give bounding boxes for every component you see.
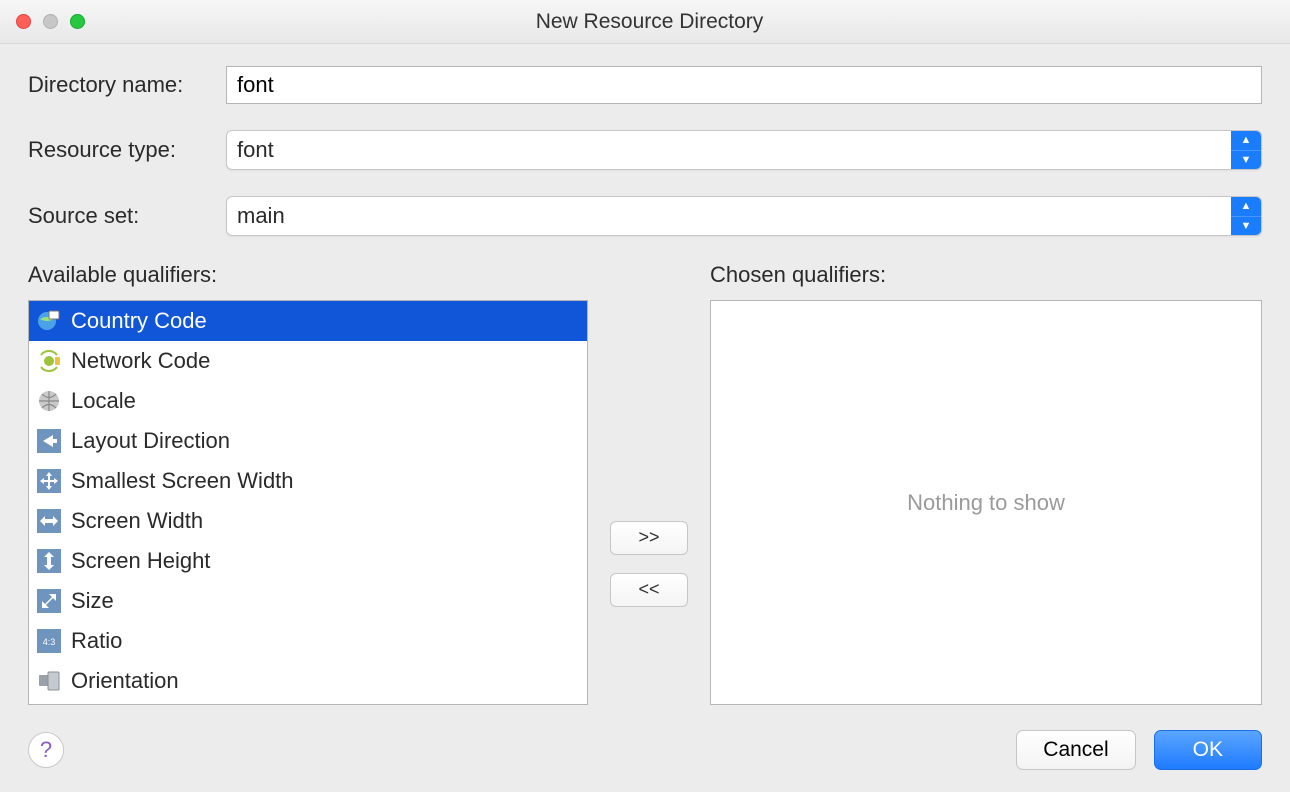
qualifier-item-label: Size: [71, 588, 114, 614]
qualifier-item[interactable]: Layout Direction: [29, 421, 587, 461]
qualifier-item[interactable]: Screen Height: [29, 541, 587, 581]
available-qualifiers-list[interactable]: Country Code Network Code Locale Layout Dir…: [28, 300, 588, 705]
minimize-window-icon[interactable]: [43, 14, 58, 29]
select-stepper-icon[interactable]: ▲▼: [1231, 131, 1261, 169]
qualifier-item-label: Locale: [71, 388, 136, 414]
qualifier-item-label: Country Code: [71, 308, 207, 334]
help-button[interactable]: ?: [28, 732, 64, 768]
arrows-h-icon: [37, 509, 61, 533]
qualifier-item-label: Orientation: [71, 668, 179, 694]
remove-qualifier-button[interactable]: <<: [610, 573, 688, 607]
cancel-button[interactable]: Cancel: [1016, 730, 1135, 770]
window-title: New Resource Directory: [85, 10, 1214, 34]
source-set-select[interactable]: main ▲▼: [226, 196, 1262, 236]
resource-type-value: font: [227, 131, 1231, 169]
title-bar: New Resource Directory: [0, 0, 1290, 44]
directory-name-label: Directory name:: [28, 72, 226, 98]
zoom-window-icon[interactable]: [70, 14, 85, 29]
select-stepper-icon[interactable]: ▲▼: [1231, 197, 1261, 235]
chosen-qualifiers-list[interactable]: Nothing to show: [710, 300, 1262, 705]
available-qualifiers-label: Available qualifiers:: [28, 262, 588, 288]
chosen-qualifiers-label: Chosen qualifiers:: [710, 262, 1262, 288]
arrows-v-icon: [37, 549, 61, 573]
globe-flag-icon: [37, 309, 61, 333]
arrow-diag-icon: [37, 589, 61, 613]
arrows-all-icon: [37, 469, 61, 493]
globe-icon: [37, 389, 61, 413]
source-set-label: Source set:: [28, 203, 226, 229]
ok-button[interactable]: OK: [1154, 730, 1262, 770]
chosen-empty-text: Nothing to show: [907, 490, 1065, 516]
qualifier-item-label: Network Code: [71, 348, 210, 374]
qualifier-item[interactable]: Orientation: [29, 661, 587, 701]
ratio-icon: 4:3: [37, 629, 61, 653]
help-icon: ?: [40, 737, 52, 763]
source-set-value: main: [227, 197, 1231, 235]
qualifier-item[interactable]: Country Code: [29, 301, 587, 341]
qualifier-item[interactable]: Size: [29, 581, 587, 621]
orientation-icon: [37, 669, 61, 693]
close-window-icon[interactable]: [16, 14, 31, 29]
add-qualifier-button[interactable]: >>: [610, 521, 688, 555]
qualifier-item-label: Screen Width: [71, 508, 203, 534]
qualifier-item[interactable]: Network Code: [29, 341, 587, 381]
qualifier-item-label: Layout Direction: [71, 428, 230, 454]
antenna-icon: [37, 349, 61, 373]
svg-text:4:3: 4:3: [43, 637, 56, 647]
qualifier-item[interactable]: Smallest Screen Width: [29, 461, 587, 501]
qualifier-item-label: Screen Height: [71, 548, 210, 574]
qualifier-item-label: Ratio: [71, 628, 122, 654]
qualifier-item[interactable]: Screen Width: [29, 501, 587, 541]
arrow-left-icon: [37, 429, 61, 453]
qualifier-item[interactable]: 4:3 Ratio: [29, 621, 587, 661]
qualifier-item[interactable]: Locale: [29, 381, 587, 421]
qualifier-item-label: Smallest Screen Width: [71, 468, 294, 494]
resource-type-label: Resource type:: [28, 137, 226, 163]
window-controls: [16, 14, 85, 29]
resource-type-select[interactable]: font ▲▼: [226, 130, 1262, 170]
directory-name-input[interactable]: [226, 66, 1262, 104]
